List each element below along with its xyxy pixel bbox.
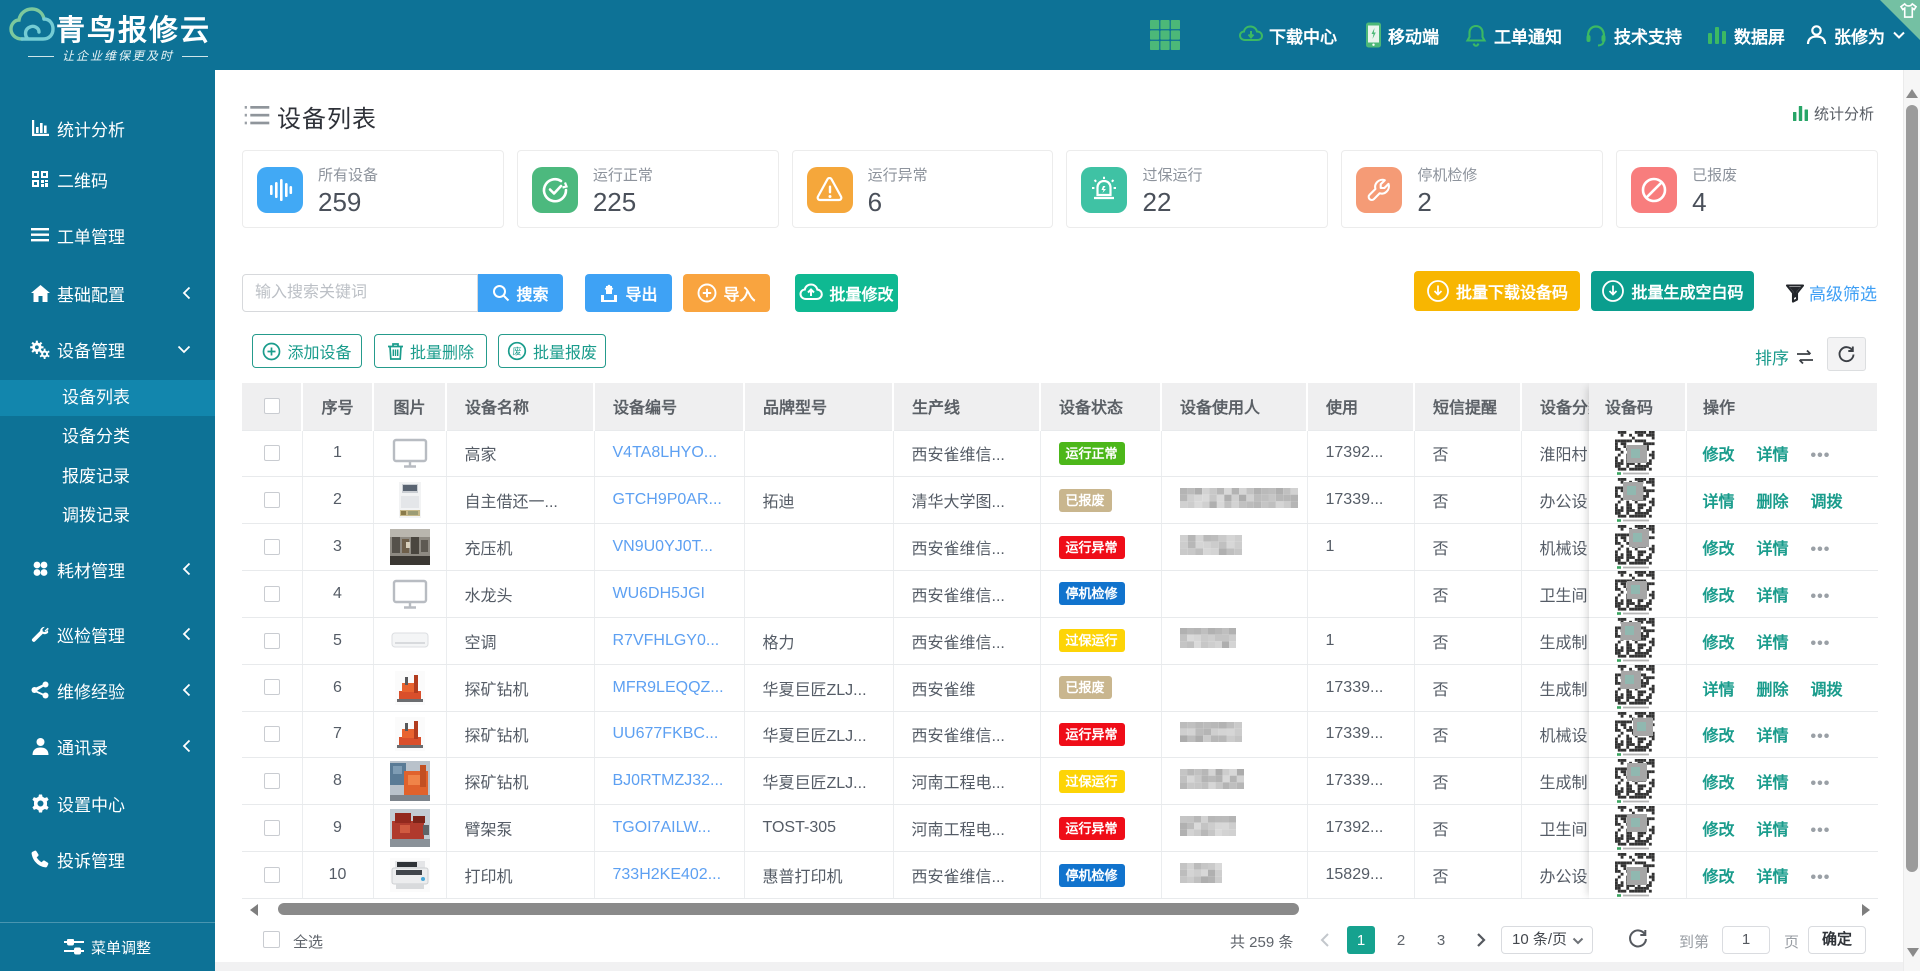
svg-text:废: 废 [512, 345, 521, 356]
